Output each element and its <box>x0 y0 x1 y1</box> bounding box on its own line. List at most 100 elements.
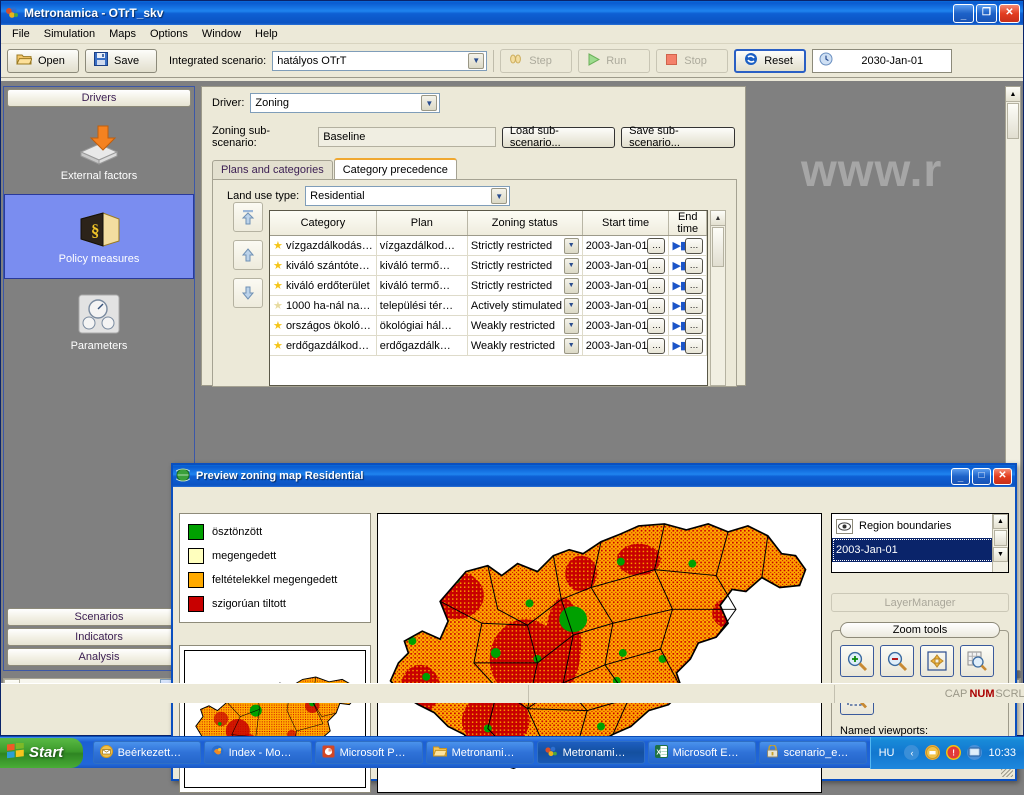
run-button[interactable]: Run <box>578 49 650 73</box>
move-to-top-button[interactable] <box>233 202 263 232</box>
zoom-full-extent-button[interactable] <box>920 645 954 677</box>
cell-category[interactable]: ★ vízgazdálkodás… <box>270 236 376 256</box>
taskbar-item-excel[interactable]: X Microsoft E… <box>648 741 756 764</box>
zoom-out-button[interactable] <box>880 645 914 677</box>
tab-plans-and-categories[interactable]: Plans and categories <box>212 160 333 179</box>
language-indicator[interactable]: HU <box>879 747 895 759</box>
preview-titlebar[interactable]: Preview zoning map Residential _ □ ✕ <box>173 465 1015 487</box>
subscenario-field[interactable]: Baseline <box>318 127 496 147</box>
zoom-to-grid-button[interactable] <box>960 645 994 677</box>
start-time-picker-button[interactable]: … <box>647 258 665 274</box>
minimize-button[interactable]: _ <box>953 4 974 23</box>
end-time-picker-button[interactable]: … <box>685 238 703 254</box>
col-zoning-status[interactable]: Zoning status <box>467 211 582 236</box>
table-row[interactable]: ★ kiváló szántóte… kiváló termő… Strictl… <box>270 256 707 276</box>
taskbar-item-powerpoint[interactable]: Microsoft P… <box>315 741 423 764</box>
table-vertical-scrollbar[interactable]: ▲ <box>710 210 726 386</box>
cell-category[interactable]: ★ 1000 ha-nál na… <box>270 296 376 316</box>
preview-close-button[interactable]: ✕ <box>993 468 1012 485</box>
cell-plan[interactable]: erdőgazdálk… <box>376 336 467 356</box>
cell-status[interactable]: Weakly restricted▼ <box>467 336 582 356</box>
cell-start-time[interactable]: 2003-Jan-01… <box>582 336 669 356</box>
back-arrow-icon[interactable]: ‹ <box>904 745 919 760</box>
shield-icon[interactable] <box>925 745 940 760</box>
table-row[interactable]: ★ 1000 ha-nál na… települési tér… Active… <box>270 296 707 316</box>
cell-end-time[interactable]: ▶▮… <box>669 336 707 356</box>
start-time-picker-button[interactable]: … <box>647 238 665 254</box>
taskbar-item-scenario[interactable]: scenario_e… <box>759 741 867 764</box>
chevron-down-icon[interactable]: ▼ <box>564 318 579 334</box>
maximize-button[interactable]: ❐ <box>976 4 997 23</box>
col-plan[interactable]: Plan <box>376 211 467 236</box>
preview-maximize-button[interactable]: □ <box>972 468 991 485</box>
layer-list-scrollbar[interactable]: ▲ ▼ <box>992 514 1008 572</box>
end-time-picker-button[interactable]: … <box>685 298 703 314</box>
chevron-down-icon[interactable]: ▼ <box>564 298 579 314</box>
cell-end-time[interactable]: ▶▮… <box>669 236 707 256</box>
cell-end-time[interactable]: ▶▮… <box>669 276 707 296</box>
screen-icon[interactable] <box>967 745 982 760</box>
table-row[interactable]: ★ kiváló erdőterület kiváló termő… Stric… <box>270 276 707 296</box>
menu-help[interactable]: Help <box>248 26 285 42</box>
menu-maps[interactable]: Maps <box>102 26 143 42</box>
list-item[interactable]: Region boundaries <box>832 514 1008 538</box>
col-start-time[interactable]: Start time <box>582 211 669 236</box>
cell-plan[interactable]: kiváló termő… <box>376 256 467 276</box>
load-subscenario-button[interactable]: Load sub-scenario... <box>502 127 615 148</box>
sidebar-item-policy-measures[interactable]: § Policy measures <box>4 194 194 279</box>
table-row[interactable]: ★ országos ökoló… ökológiai hál… Weakly … <box>270 316 707 336</box>
close-button[interactable]: ✕ <box>999 4 1020 23</box>
start-time-picker-button[interactable]: … <box>647 318 665 334</box>
cell-plan[interactable]: ökológiai hál… <box>376 316 467 336</box>
chevron-down-icon[interactable]: ▼ <box>421 95 437 111</box>
cell-status[interactable]: Weakly restricted▼ <box>467 316 582 336</box>
clock[interactable]: 10:33 <box>988 747 1016 759</box>
move-down-button[interactable] <box>233 278 263 308</box>
zoom-in-button[interactable] <box>840 645 874 677</box>
nav-header-drivers[interactable]: Drivers <box>7 89 191 107</box>
sidebar-item-scenarios[interactable]: Scenarios <box>7 608 191 626</box>
preview-minimize-button[interactable]: _ <box>951 468 970 485</box>
cell-plan[interactable]: vízgazdálkod… <box>376 236 467 256</box>
cell-start-time[interactable]: 2003-Jan-01… <box>582 316 669 336</box>
cell-status[interactable]: Actively stimulated▼ <box>467 296 582 316</box>
cell-end-time[interactable]: ▶▮… <box>669 256 707 276</box>
scroll-up-button[interactable]: ▲ <box>711 211 725 226</box>
overview-map[interactable] <box>179 645 371 793</box>
warning-icon[interactable]: ! <box>946 745 961 760</box>
cell-status[interactable]: Strictly restricted▼ <box>467 236 582 256</box>
start-time-picker-button[interactable]: … <box>647 338 665 354</box>
sidebar-item-indicators[interactable]: Indicators <box>7 628 191 646</box>
cell-plan[interactable]: kiváló termő… <box>376 276 467 296</box>
eye-icon[interactable] <box>836 519 853 534</box>
table-row[interactable]: ★ erdőgazdálkod… erdőgazdálk… Weakly res… <box>270 336 707 356</box>
cell-status[interactable]: Strictly restricted▼ <box>467 276 582 296</box>
chevron-down-icon[interactable]: ▼ <box>564 278 579 294</box>
cell-end-time[interactable]: ▶▮… <box>669 296 707 316</box>
landuse-select[interactable]: Residential ▼ <box>305 186 510 206</box>
taskbar-item-metronamica[interactable]: Metronami… <box>537 741 645 764</box>
sidebar-item-parameters[interactable]: Parameters <box>4 279 194 364</box>
save-button[interactable]: Save <box>85 49 157 73</box>
col-category[interactable]: Category <box>270 211 376 236</box>
end-time-picker-button[interactable]: … <box>685 318 703 334</box>
start-button[interactable]: Start <box>0 738 83 768</box>
move-up-button[interactable] <box>233 240 263 270</box>
list-item[interactable]: 2003-Jan-01 <box>832 538 1008 562</box>
cell-start-time[interactable]: 2003-Jan-01… <box>582 296 669 316</box>
sidebar-item-external-factors[interactable]: External factors <box>4 109 194 194</box>
table-row[interactable]: ★ vízgazdálkodás… vízgazdálkod… Strictly… <box>270 236 707 256</box>
end-time-picker-button[interactable]: … <box>685 338 703 354</box>
cell-plan[interactable]: települési tér… <box>376 296 467 316</box>
cell-end-time[interactable]: ▶▮… <box>669 316 707 336</box>
chevron-down-icon[interactable]: ▼ <box>564 338 579 354</box>
step-button[interactable]: Step <box>500 49 572 73</box>
cell-start-time[interactable]: 2003-Jan-01… <box>582 256 669 276</box>
cell-start-time[interactable]: 2003-Jan-01… <box>582 276 669 296</box>
scroll-thumb[interactable] <box>712 227 724 267</box>
open-button[interactable]: Open <box>7 49 79 73</box>
main-titlebar[interactable]: Metronamica - OTrT_skv _ ❐ ✕ <box>1 1 1023 25</box>
reset-button[interactable]: Reset <box>734 49 806 73</box>
chevron-down-icon[interactable]: ▼ <box>468 53 484 69</box>
end-time-picker-button[interactable]: … <box>685 278 703 294</box>
